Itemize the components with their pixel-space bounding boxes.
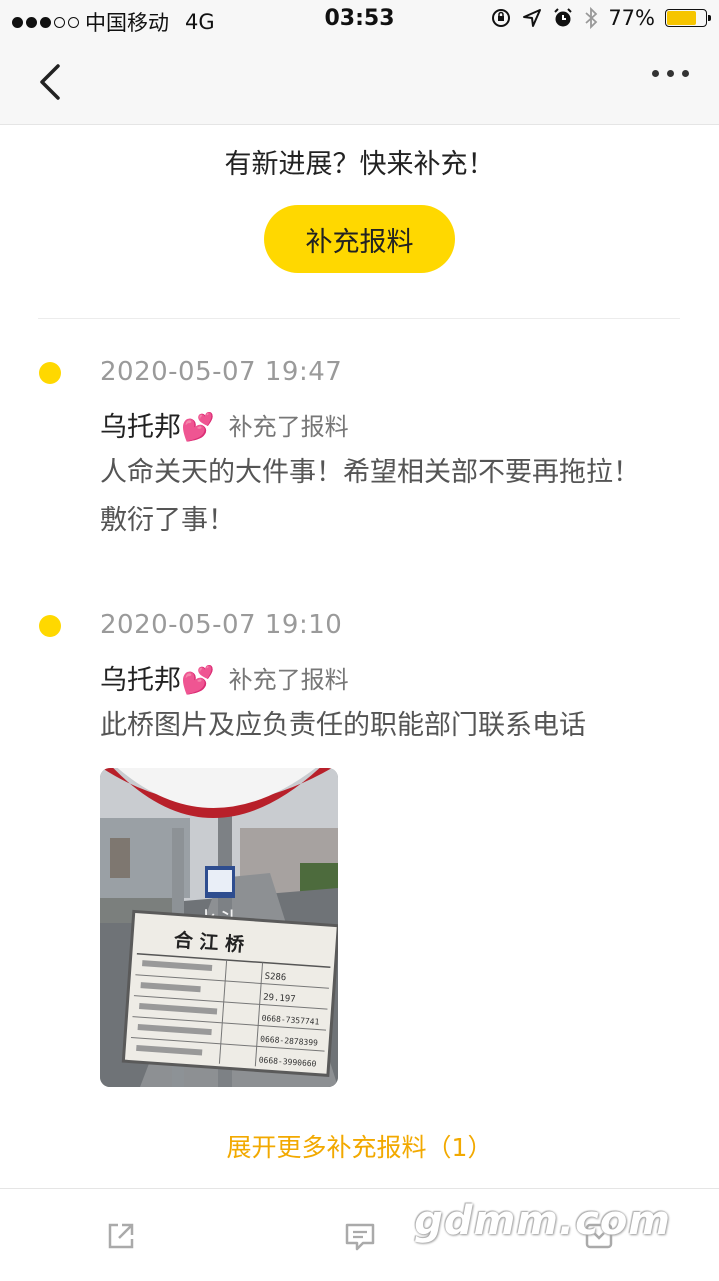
status-bar: 中国移动 4G 03:53 77%	[0, 0, 719, 40]
timeline-dot	[39, 362, 61, 384]
entry-action: 补充了报料	[228, 413, 349, 441]
timeline-dot	[39, 615, 61, 637]
battery-icon	[665, 9, 711, 27]
nav-bar	[0, 40, 719, 125]
entry-timestamp: 2020-05-07 19:47	[100, 357, 343, 387]
update-prompt: 有新进展？快来补充！	[224, 149, 495, 180]
share-icon[interactable]	[104, 1219, 138, 1253]
chevron-left-icon[interactable]	[34, 60, 74, 104]
divider	[38, 318, 680, 319]
comment-icon[interactable]	[343, 1219, 377, 1253]
expand-more-link[interactable]: 展开更多补充报料（1）	[0, 1128, 719, 1164]
add-report-button[interactable]: 补充报料	[264, 205, 455, 273]
bridge-sign-photo: 水斗 合 江 桥 S286 29.197 0668-7357741 06	[100, 768, 338, 1087]
sign-code: S286	[264, 972, 286, 983]
location-icon	[523, 9, 542, 27]
watermark: gdmm.com	[414, 1198, 671, 1244]
alarm-icon	[554, 8, 573, 27]
status-right: 77%	[490, 6, 711, 30]
more-dots-icon[interactable]	[652, 70, 689, 77]
entry-user-line: 乌托邦💕 补充了报料	[100, 658, 349, 697]
entry-action: 补充了报料	[228, 666, 349, 694]
bluetooth-icon	[585, 6, 598, 30]
entry-user-line: 乌托邦💕 补充了报料	[100, 405, 349, 444]
entry-username[interactable]: 乌托邦💕	[100, 405, 215, 444]
entry-timestamp: 2020-05-07 19:10	[100, 610, 343, 640]
entry-username[interactable]: 乌托邦💕	[100, 658, 215, 697]
entry-photo[interactable]: 水斗 合 江 桥 S286 29.197 0668-7357741 06	[100, 768, 338, 1087]
battery-percent: 77%	[608, 6, 655, 30]
rotation-lock-icon	[492, 9, 511, 27]
entry-content: 人命关天的大件事！希望相关部不要再拖拉！敷衍了事！	[100, 457, 640, 536]
entry-content: 此桥图片及应负责任的职能部门联系电话	[100, 710, 586, 741]
battery-fill	[667, 11, 697, 25]
